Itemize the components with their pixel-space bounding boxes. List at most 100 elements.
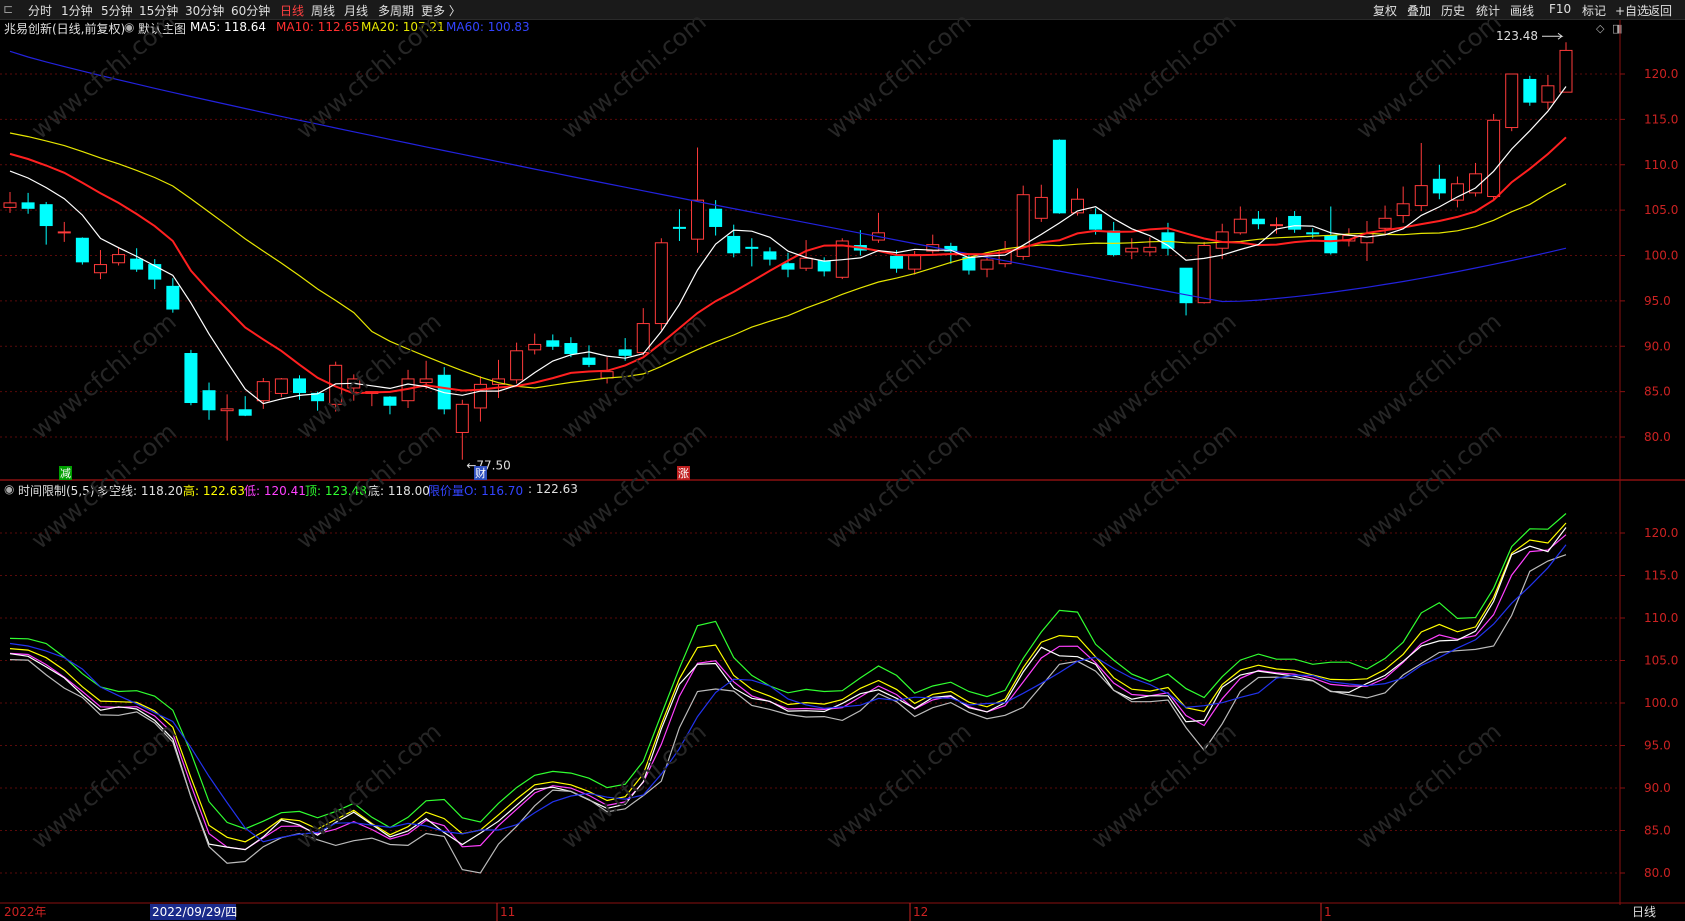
candle-body [220,408,234,412]
candle-body [112,254,126,264]
watermark: www.cfchi.com [556,7,712,144]
candle-body [57,231,71,234]
candle-body [962,256,976,271]
candle-body [709,208,723,227]
watermark: www.cfchi.com [291,7,447,144]
candle-body [727,235,741,254]
sub-ding-line [9,513,1567,830]
candle-body [1179,267,1193,304]
watermark: www.cfchi.com [1351,7,1507,144]
candle-body [564,343,578,355]
sub-ytick-label: 110.0 [1644,611,1678,625]
main-ytick-label: 105.0 [1644,203,1678,217]
candle-body [763,251,777,260]
sub-ytick-label: 120.0 [1644,526,1678,540]
watermark: www.cfchi.com [291,717,447,854]
sub-ytick-label: 105.0 [1644,654,1678,668]
candle-body [292,378,306,394]
candle-body [75,237,89,263]
candle-body [455,403,469,433]
candle-body [691,199,705,240]
candle-body [582,357,596,365]
x-cursor-date: 2022/09/29/四 [152,905,237,919]
candle-body [817,260,831,272]
candle-body [1288,215,1302,230]
candle-body [1125,247,1139,253]
candle-body [1414,185,1428,207]
watermark: www.cfchi.com [1086,7,1242,144]
watermark: www.cfchi.com [1086,717,1242,854]
candle-body [1052,139,1066,214]
candle-body [546,340,560,347]
x-label-m11: 11 [500,905,515,919]
main-ytick-label: 85.0 [1644,385,1671,399]
watermark: www.cfchi.com [26,717,182,854]
watermark: www.cfchi.com [821,717,977,854]
main-ytick-label: 110.0 [1644,158,1678,172]
x-label-m1: 1 [1324,905,1332,919]
candle-body [908,254,922,270]
main-ytick-label: 95.0 [1644,294,1671,308]
watermark: www.cfchi.com [26,7,182,144]
candle-body [1487,119,1501,198]
candle-body [510,350,524,381]
sub-ytick-label: 90.0 [1644,781,1671,795]
sub-ytick-label: 95.0 [1644,739,1671,753]
candle-body [1541,85,1555,103]
candle-body [1215,231,1229,249]
candle-body [1034,196,1048,219]
candle-body [672,226,686,229]
candle-body [799,257,813,269]
candle-body [184,353,198,404]
marker-jian: 减 [60,467,71,480]
candle-body [1450,183,1464,201]
candle-body [256,381,270,402]
candle-body [473,383,487,409]
candle-body [202,390,216,411]
main-ytick-label: 120.0 [1644,67,1678,81]
candle-body [1505,73,1519,129]
watermark: www.cfchi.com [821,7,977,144]
x-label-m12: 12 [913,905,928,919]
candle-body [1089,214,1103,230]
period-label: 日线 [1632,905,1656,919]
sub-ytick-label: 115.0 [1644,569,1678,583]
candle-body [654,242,668,325]
candle-body [1378,217,1392,229]
marker-zhang: 涨 [678,467,689,480]
candle-body [1306,232,1320,235]
main-ytick-label: 100.0 [1644,249,1678,263]
main-ytick-label: 115.0 [1644,112,1678,126]
candle-body [1559,49,1573,93]
candle-body [383,396,397,406]
sub-ytick-label: 100.0 [1644,696,1678,710]
candle-body [148,264,162,280]
candle-body [166,285,180,310]
candle-body [1523,78,1537,103]
marker-cai: 财 [475,466,486,480]
sub-ytick-label: 80.0 [1644,866,1671,880]
candle-body [1143,246,1157,253]
candle-body [1432,178,1446,194]
main-ytick-label: 80.0 [1644,430,1671,444]
chart-canvas[interactable]: 80.0 85.0 90.0 95.0 100.0 105.0 110.0 115.0 120.… [0,0,1685,921]
sub-dk-line [9,527,1567,851]
candle-body [93,264,107,274]
watermark: www.cfchi.com [556,717,712,854]
candle-body [528,343,542,351]
candle-body [745,246,759,249]
candle-body [21,202,35,209]
candle-body [274,378,288,394]
low-price-label: ←77.50 [466,459,510,473]
candle-body [130,258,144,270]
watermark: www.cfchi.com [1351,717,1507,854]
candle-body [1324,235,1338,254]
candle-body [419,378,433,384]
candle-body [1270,224,1284,227]
high-arrow [1542,32,1564,40]
candle-body [890,255,904,269]
candle-body [1251,218,1265,225]
candle-body [39,204,53,227]
candle-body [1233,218,1247,234]
candle-body [238,409,252,416]
